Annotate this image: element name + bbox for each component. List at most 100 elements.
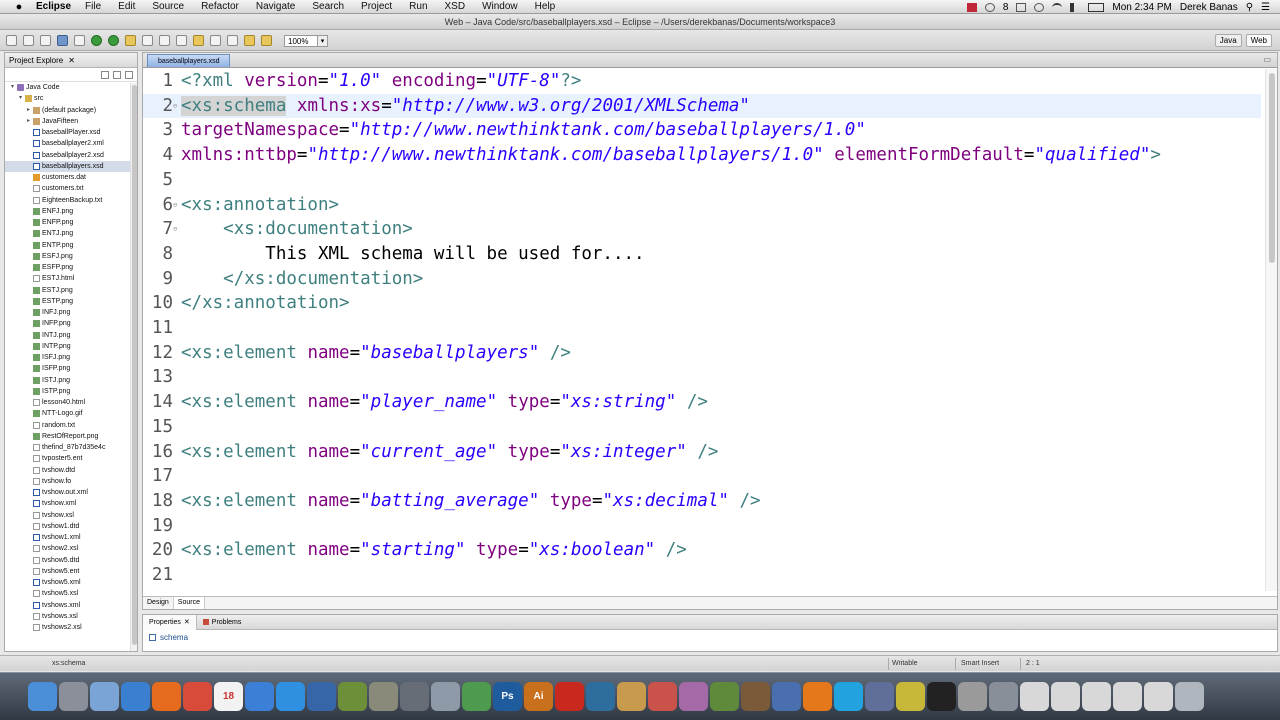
tree-item[interactable]: ISFP.png	[5, 363, 137, 374]
code-line[interactable]: 10 </xs:annotation>	[143, 291, 1261, 316]
numbers-icon[interactable]	[462, 682, 491, 711]
code-line[interactable]: 8 This XML schema will be used for....	[143, 242, 1261, 267]
expand-toggle-icon[interactable]: ▾	[19, 93, 24, 104]
open-type-icon[interactable]	[125, 35, 136, 46]
photoshop-icon[interactable]: Ps	[493, 682, 522, 711]
code-line[interactable]: 16 <xs:element name="current_age" type="x…	[143, 440, 1261, 465]
tree-item[interactable]: baseballplayer2.xml	[5, 138, 137, 149]
tree-item[interactable]: ENFP.png	[5, 217, 137, 228]
editor-scrollbar[interactable]	[1265, 69, 1277, 591]
perspective-web[interactable]: Web	[1245, 34, 1272, 47]
menu-search[interactable]: Search	[312, 1, 344, 12]
menu-refactor[interactable]: Refactor	[201, 1, 239, 12]
appstore-icon[interactable]	[276, 682, 305, 711]
tree-item[interactable]: customers.dat	[5, 172, 137, 183]
terminal-icon[interactable]	[927, 682, 956, 711]
palette-icon[interactable]	[617, 682, 646, 711]
menu-run[interactable]: Run	[409, 1, 427, 12]
clapper-icon[interactable]	[772, 682, 801, 711]
new-java-class-icon[interactable]	[142, 35, 153, 46]
menu-navigate[interactable]: Navigate	[256, 1, 295, 12]
tree-item[interactable]: INFP.png	[5, 318, 137, 329]
tree-item[interactable]: ▾ Java Code	[5, 82, 137, 93]
tree-item[interactable]: customers.txt	[5, 183, 137, 194]
calculator-icon[interactable]	[958, 682, 987, 711]
tree-item[interactable]: INTJ.png	[5, 330, 137, 341]
code-line[interactable]: 2 ⊖ <xs:schema xmlns:xs="http://www.w3.org…	[143, 93, 1261, 119]
code-line[interactable]: 5	[143, 168, 1261, 193]
menu-window[interactable]: Window	[482, 1, 518, 12]
tree-item[interactable]: INFJ.png	[5, 307, 137, 318]
code-line[interactable]: 15	[143, 415, 1261, 440]
code-line[interactable]: 19	[143, 514, 1261, 539]
tree-item[interactable]: tvshow5.ent	[5, 566, 137, 577]
tree-item[interactable]: ▸ (default package)	[5, 105, 137, 116]
tree-item[interactable]: tvshow2.xsl	[5, 543, 137, 554]
tree-item[interactable]: tvshow.out.xml	[5, 487, 137, 498]
view-menu-icon[interactable]	[125, 70, 133, 79]
run-icon[interactable]	[91, 35, 102, 46]
code-editor[interactable]: 1 <?xml version="1.0" encoding="UTF-8"?> 2…	[143, 69, 1261, 589]
close-icon[interactable]: ✕	[68, 56, 75, 65]
clock[interactable]: Mon 2:34 PM	[1112, 2, 1171, 13]
books-icon[interactable]	[741, 682, 770, 711]
vlc-icon[interactable]	[803, 682, 832, 711]
expand-toggle-icon[interactable]: ▸	[27, 116, 32, 127]
project-tree-scrollbar[interactable]	[130, 83, 137, 651]
trash-icon[interactable]	[1175, 682, 1204, 711]
code-line[interactable]: 13	[143, 365, 1261, 390]
maximize-icon[interactable]: ▭	[1263, 55, 1271, 64]
annotation-icon[interactable]	[193, 35, 204, 46]
volume-icon[interactable]	[1070, 2, 1080, 12]
back-icon[interactable]	[244, 35, 255, 46]
tree-item[interactable]: ▸ JavaFifteen	[5, 116, 137, 127]
search-icon[interactable]	[176, 35, 187, 46]
tree-item[interactable]: ESFP.png	[5, 262, 137, 273]
code-line[interactable]: 18 <xs:element name="batting_average" typ…	[143, 489, 1261, 514]
image-icon[interactable]	[989, 682, 1018, 711]
expand-toggle-icon[interactable]: ▾	[11, 82, 16, 93]
code-line[interactable]: 21	[143, 563, 1261, 588]
fold-toggle-icon[interactable]: ⊖	[173, 217, 179, 242]
tree-item[interactable]: INTP.png	[5, 341, 137, 352]
bluetooth-icon[interactable]	[1016, 2, 1027, 12]
illustrator-icon[interactable]: Ai	[524, 682, 553, 711]
record-icon[interactable]	[966, 2, 977, 12]
tree-item[interactable]: NTT-Logo.gif	[5, 408, 137, 419]
monster-icon[interactable]	[679, 682, 708, 711]
acrobat-icon[interactable]	[555, 682, 584, 711]
close-icon[interactable]: ✕	[184, 618, 190, 626]
tree-item[interactable]: ENTP.png	[5, 240, 137, 251]
dreamweaver-icon[interactable]	[586, 682, 615, 711]
tree-item[interactable]: ESTP.png	[5, 296, 137, 307]
calendar-icon[interactable]: 18	[214, 682, 243, 711]
safari-icon[interactable]	[121, 682, 150, 711]
minecraft-icon[interactable]	[710, 682, 739, 711]
badge-count[interactable]: 8	[1003, 2, 1009, 13]
document-icon[interactable]	[1113, 682, 1142, 711]
chrome-icon[interactable]	[183, 682, 212, 711]
fold-toggle-icon[interactable]: ⊖	[173, 94, 179, 119]
menu-project[interactable]: Project	[361, 1, 392, 12]
document-icon[interactable]	[1144, 682, 1173, 711]
utility-icon[interactable]	[400, 682, 429, 711]
external-tools-icon[interactable]	[108, 35, 119, 46]
tree-item[interactable]: tvshow5.xml	[5, 577, 137, 588]
quicktime-icon[interactable]	[307, 682, 336, 711]
tree-item[interactable]: thefind_87b7d35e4c	[5, 442, 137, 453]
document-icon[interactable]	[1051, 682, 1080, 711]
tree-item[interactable]: tvposter5.ent	[5, 453, 137, 464]
menu-xsd[interactable]: XSD	[445, 1, 466, 12]
code-line[interactable]: 11	[143, 316, 1261, 341]
app-name-menu[interactable]: Eclipse	[36, 1, 71, 12]
scrollbar-thumb[interactable]	[132, 85, 137, 645]
code-line[interactable]: 9 </xs:documentation>	[143, 267, 1261, 292]
tab-properties[interactable]: Properties ✕	[143, 614, 197, 630]
perspective-java[interactable]: Java	[1214, 34, 1242, 47]
code-line[interactable]: 7 ⊖ <xs:documentation>	[143, 217, 1261, 242]
previous-annotation-icon[interactable]	[227, 35, 238, 46]
new-icon[interactable]	[6, 35, 17, 46]
save-icon[interactable]	[23, 35, 34, 46]
server-icon[interactable]	[57, 35, 68, 46]
code-line[interactable]: 14 <xs:element name="player_name" type="x…	[143, 390, 1261, 415]
